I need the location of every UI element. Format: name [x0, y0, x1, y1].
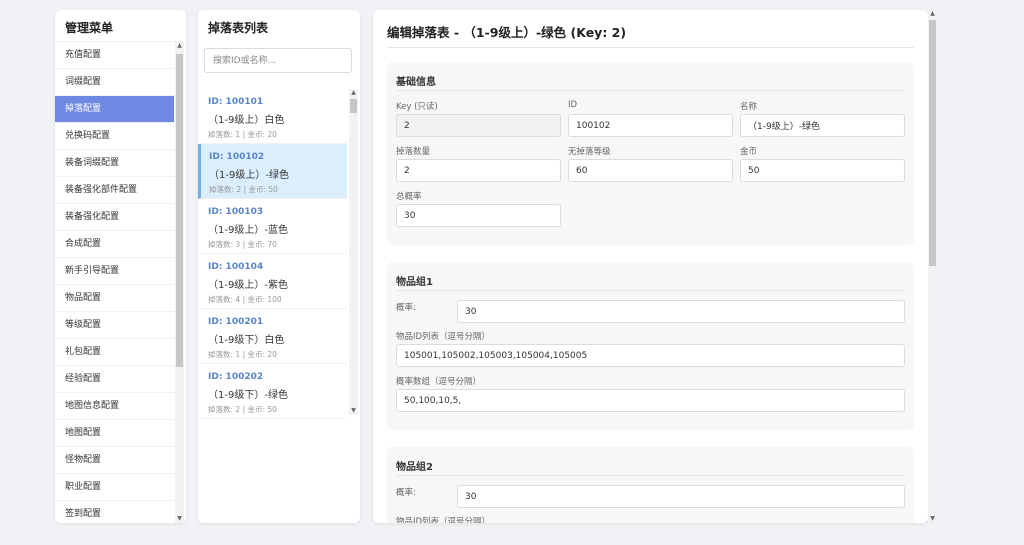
scroll-up-icon[interactable]: ▲	[928, 10, 937, 18]
list-item[interactable]: ID: 100201 （1-9级下）白色 掉落数: 1 | 金币: 20	[198, 309, 347, 364]
list-scrollbar[interactable]: ▲ ▼	[349, 89, 358, 415]
item-ids-label: 物品ID列表（逗号分隔）	[396, 332, 491, 342]
list-item-id: ID: 100201	[208, 317, 264, 327]
list-item[interactable]: ID: 100102 （1-9级上）-绿色 掉落数: 2 | 金币: 50	[198, 144, 347, 199]
no-drop-level-label: 无掉落等级	[568, 147, 611, 157]
total-rate-label: 总概率	[396, 192, 422, 202]
list-item-id: ID: 100103	[208, 207, 264, 217]
menu-item[interactable]: 掉落配置	[55, 96, 174, 123]
gold-field[interactable]	[740, 159, 905, 182]
gold-label: 金币	[740, 147, 758, 157]
rate-label: 概率:	[396, 488, 416, 498]
list-item-meta: 掉落数: 2 | 金币: 50	[208, 405, 277, 414]
rate-field[interactable]	[457, 485, 905, 508]
menu-item[interactable]: 新手引导配置	[55, 258, 174, 285]
list-item-meta: 掉落数: 3 | 金币: 70	[208, 240, 277, 249]
list-item-name: （1-9级上）-紫色	[208, 280, 288, 291]
id-field[interactable]	[568, 114, 733, 137]
menu-item[interactable]: 怪物配置	[55, 447, 174, 474]
rate-array-label: 概率数组（逗号分隔）	[396, 377, 482, 387]
scroll-down-icon[interactable]: ▼	[928, 515, 937, 523]
menu-item[interactable]: 等级配置	[55, 312, 174, 339]
menu-item[interactable]: 合成配置	[55, 231, 174, 258]
list-item[interactable]: ID: 100103 （1-9级上）-蓝色 掉落数: 3 | 金币: 70	[198, 199, 347, 254]
menu-title: 管理菜单	[55, 10, 186, 42]
list-item-meta: 掉落数: 4 | 金币: 100	[208, 295, 282, 304]
list-item-name: （1-9级上）-绿色	[209, 170, 289, 181]
drop-count-label: 掉落数量	[396, 147, 431, 157]
menu-item[interactable]: 礼包配置	[55, 339, 174, 366]
item-ids-label: 物品ID列表（逗号分隔）	[396, 517, 491, 523]
search-input[interactable]	[204, 48, 352, 73]
list-item-id: ID: 100101	[208, 97, 264, 107]
menu-item[interactable]: 充值配置	[55, 42, 174, 69]
list-item[interactable]: ID: 100101 （1-9级上）白色 掉落数: 1 | 金币: 20	[198, 89, 347, 144]
no-drop-level-field[interactable]	[568, 159, 733, 182]
list-item-meta: 掉落数: 1 | 金币: 20	[208, 130, 277, 139]
list-item-name: （1-9级上）-蓝色	[208, 225, 288, 236]
scroll-up-icon[interactable]: ▲	[349, 89, 358, 97]
list-item[interactable]: ID: 100202 （1-9级下）-绿色 掉落数: 2 | 金币: 50	[198, 364, 347, 419]
list-title: 掉落表列表	[208, 21, 269, 35]
key-label: Key (只读)	[396, 102, 438, 112]
menu-item[interactable]: 地图信息配置	[55, 393, 174, 420]
menu-item[interactable]: 签到配置	[55, 501, 174, 523]
menu-item[interactable]: 职业配置	[55, 474, 174, 501]
list-scroll-thumb[interactable]	[350, 99, 357, 113]
drop-table-list: ID: 100101 （1-9级上）白色 掉落数: 1 | 金币: 20 ID: 10…	[198, 89, 347, 523]
section-title: 物品组1	[396, 277, 433, 288]
name-field[interactable]	[740, 114, 905, 137]
menu-item[interactable]: 词缀配置	[55, 69, 174, 96]
list-item-id: ID: 100202	[208, 372, 264, 382]
section-title: 基础信息	[396, 77, 436, 88]
basic-info-section: 基础信息 Key (只读) ID 名称 掉落数量 无掉落等级 金币 总概率	[387, 62, 914, 245]
list-item-name: （1-9级上）白色	[208, 115, 285, 126]
menu-item[interactable]: 装备词缀配置	[55, 150, 174, 177]
list-item[interactable]: ID: 100104 （1-9级上）-紫色 掉落数: 4 | 金币: 100	[198, 254, 347, 309]
item-group-2-section: 物品组2 概率: 物品ID列表（逗号分隔）	[387, 447, 914, 523]
list-item-meta: 掉落数: 1 | 金币: 20	[208, 350, 277, 359]
list-item-name: （1-9级下）白色	[208, 335, 285, 346]
name-label: 名称	[740, 102, 758, 112]
divider	[396, 290, 905, 291]
menu-item[interactable]: 经验配置	[55, 366, 174, 393]
menu-item[interactable]: 装备强化部件配置	[55, 177, 174, 204]
scroll-up-icon[interactable]: ▲	[175, 42, 184, 50]
menu-list: 充值配置 词缀配置 掉落配置 兑换码配置 装备词缀配置 装备强化部件配置 装备强化配置 合成配…	[55, 42, 174, 523]
key-field	[396, 114, 561, 137]
item-group-1-section: 物品组1 概率: 物品ID列表（逗号分隔） 概率数组（逗号分隔）	[387, 262, 914, 430]
editor-title: 编辑掉落表 - （1-9级上）-绿色 (Key: 2)	[387, 25, 627, 40]
drop-count-field[interactable]	[396, 159, 561, 182]
menu-item[interactable]: 装备强化配置	[55, 204, 174, 231]
list-item-id: ID: 100104	[208, 262, 264, 272]
section-title: 物品组2	[396, 462, 433, 473]
rate-label: 概率:	[396, 303, 416, 313]
editor-scrollbar[interactable]: ▲ ▼	[928, 10, 937, 523]
total-rate-field[interactable]	[396, 204, 561, 227]
list-item-id: ID: 100102	[209, 152, 265, 162]
divider	[396, 475, 905, 476]
menu-item[interactable]: 物品配置	[55, 285, 174, 312]
management-menu-panel: 管理菜单 充值配置 词缀配置 掉落配置 兑换码配置 装备词缀配置 装备强化部件配置 装备强化…	[55, 10, 186, 523]
list-item-name: （1-9级下）-绿色	[208, 390, 288, 401]
rate-array-field[interactable]	[396, 389, 905, 412]
divider	[387, 47, 914, 48]
menu-scroll-thumb[interactable]	[176, 54, 183, 367]
menu-item[interactable]: 地图配置	[55, 420, 174, 447]
drop-table-list-panel: 掉落表列表 ID: 100101 （1-9级上）白色掉落数: 1 | 金币: 20…	[198, 10, 360, 523]
list-item-meta: 掉落数: 2 | 金币: 50	[209, 185, 278, 194]
menu-scrollbar[interactable]: ▲ ▼	[175, 42, 184, 523]
scroll-down-icon[interactable]: ▼	[349, 407, 358, 415]
id-label: ID	[568, 100, 578, 110]
menu-item[interactable]: 兑换码配置	[55, 123, 174, 150]
item-ids-field[interactable]	[396, 344, 905, 367]
rate-field[interactable]	[457, 300, 905, 323]
divider	[396, 90, 905, 91]
editor-panel: 编辑掉落表 - （1-9级上）-绿色 (Key: 2) 基础信息 Key (只读…	[373, 10, 928, 523]
editor-scroll-thumb[interactable]	[929, 20, 936, 266]
scroll-down-icon[interactable]: ▼	[175, 515, 184, 523]
